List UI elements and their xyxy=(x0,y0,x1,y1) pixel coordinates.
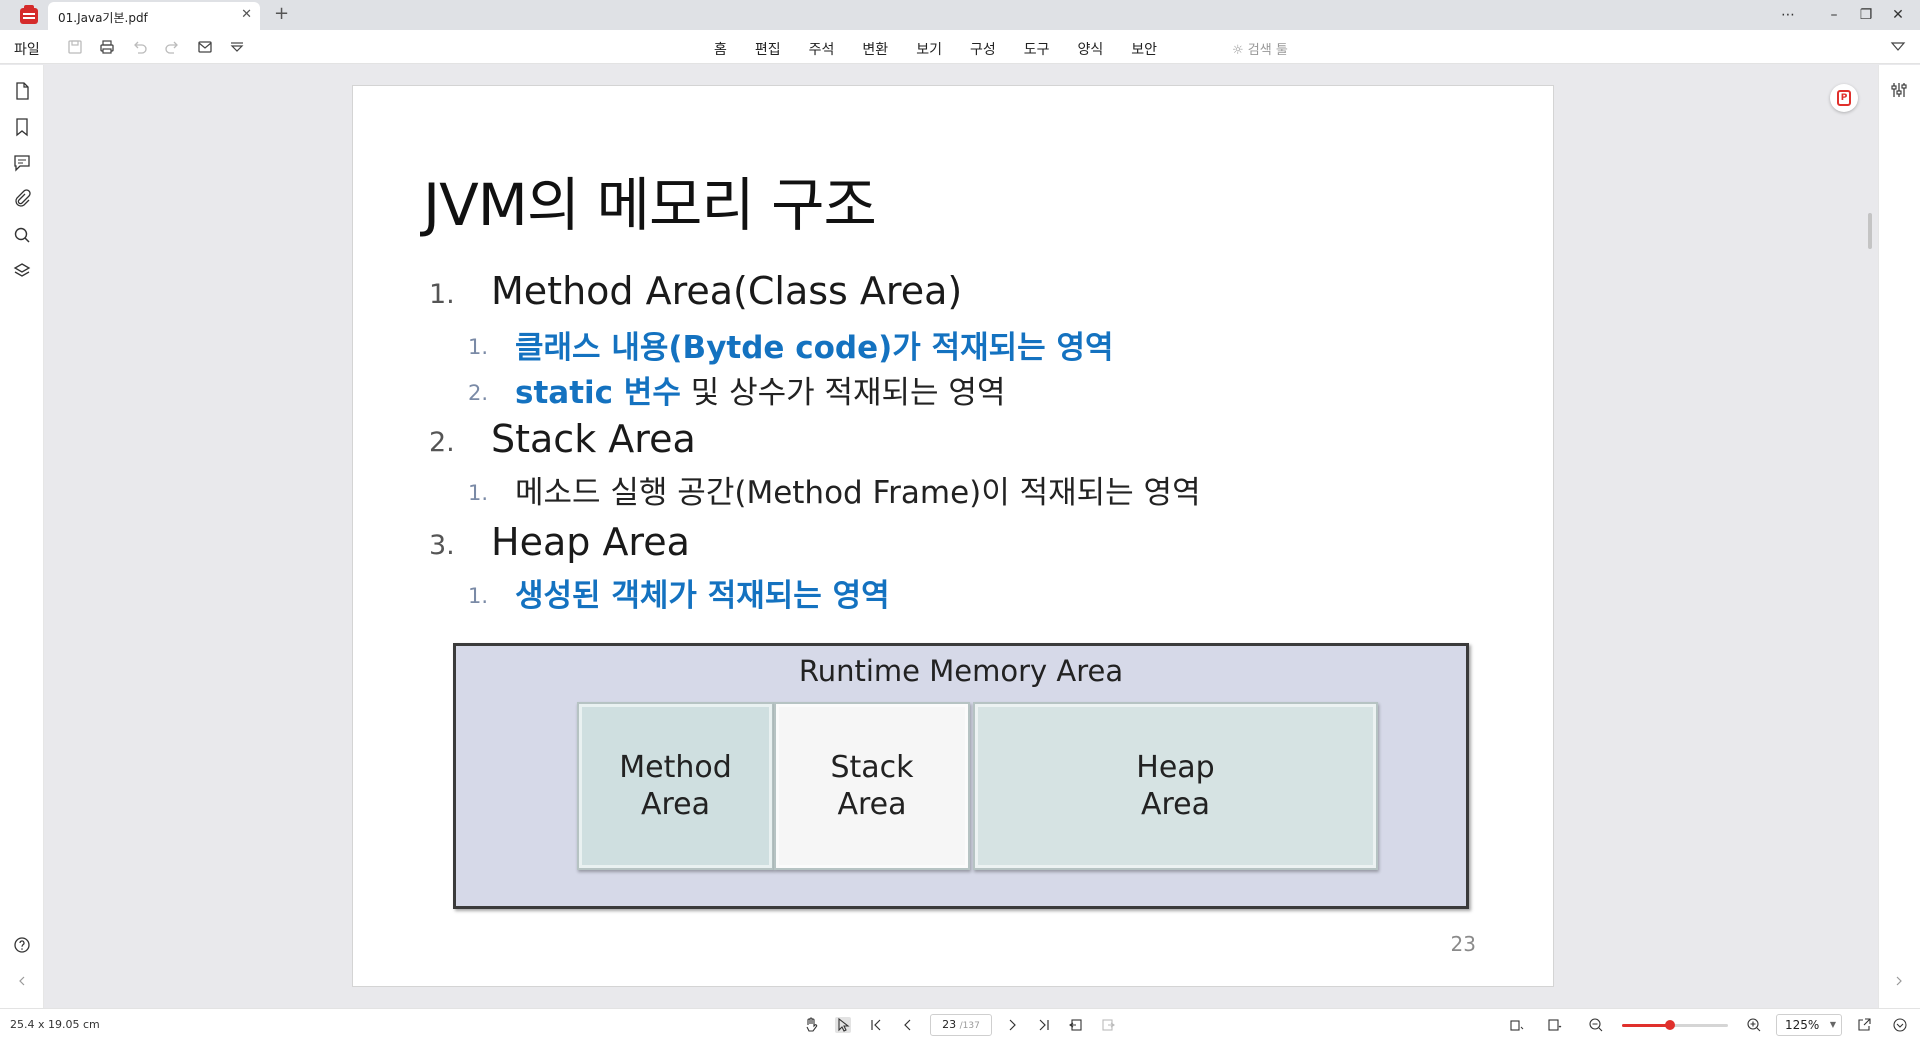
method-area-block: Method Area xyxy=(577,702,774,870)
page-number-input[interactable]: 23 /137 xyxy=(930,1014,992,1036)
chevron-left-icon[interactable] xyxy=(12,971,32,991)
menu-view[interactable]: 보기 xyxy=(902,30,956,64)
dropdown-icon[interactable] xyxy=(228,38,246,56)
tab-title: 01.Java기본.pdf xyxy=(58,11,148,25)
attachment-icon[interactable] xyxy=(12,189,32,209)
sub-list-number: 1. xyxy=(468,584,489,608)
left-sidebar xyxy=(0,65,44,1008)
close-icon[interactable]: ✕ xyxy=(241,8,252,22)
menu-organize[interactable]: 구성 xyxy=(956,30,1010,64)
undo-icon[interactable] xyxy=(131,38,149,56)
first-page-icon[interactable] xyxy=(868,1017,884,1033)
slide-title: JVM의 메모리 구조 xyxy=(423,171,877,239)
help-icon[interactable] xyxy=(12,935,32,955)
mail-icon[interactable] xyxy=(196,38,214,56)
chevron-down-icon[interactable] xyxy=(1890,39,1906,55)
slide-page-number: 23 xyxy=(1450,932,1476,956)
sub-list-number: 1. xyxy=(468,481,489,505)
more-icon[interactable]: ⋯ xyxy=(1778,5,1798,25)
sub-list-item: 메소드 실행 공간(Method Frame)이 적재되는 영역 xyxy=(515,475,1201,511)
right-sidebar xyxy=(1878,65,1920,1008)
print-icon[interactable] xyxy=(98,38,116,56)
status-bar: 25.4 x 19.05 cm 23 /137 125% ▼ xyxy=(0,1008,1920,1040)
settings-sliders-icon[interactable] xyxy=(1889,80,1909,100)
window-close-icon[interactable]: ✕ xyxy=(1888,5,1908,25)
next-page-icon[interactable] xyxy=(1004,1017,1020,1033)
list-number: 3. xyxy=(429,530,455,561)
menu-security[interactable]: 보안 xyxy=(1117,30,1171,64)
sub-list-number: 2. xyxy=(468,381,489,405)
search-tool-button[interactable]: ☼ 검색 툴 xyxy=(1232,39,1288,58)
select-icon[interactable] xyxy=(835,1017,851,1033)
menu-home[interactable]: 홈 xyxy=(700,30,741,64)
list-number: 1. xyxy=(429,279,455,310)
diagram-title: Runtime Memory Area xyxy=(798,654,1124,688)
zoom-out-icon[interactable] xyxy=(1588,1017,1604,1033)
list-number: 2. xyxy=(429,427,455,458)
page-size: 25.4 x 19.05 cm xyxy=(10,1018,100,1031)
vertical-scrollbar[interactable] xyxy=(1868,213,1872,249)
app-logo-icon xyxy=(20,5,38,24)
sub-list-item: static 변수 및 상수가 적재되는 영역 xyxy=(515,375,1006,411)
list-item-heap-area: Heap Area xyxy=(491,520,690,564)
stack-area-block: Stack Area xyxy=(774,702,970,870)
fit-icon[interactable] xyxy=(1856,1017,1872,1033)
zoom-slider[interactable] xyxy=(1622,1020,1728,1030)
forward-icon[interactable] xyxy=(1100,1017,1116,1033)
main-menu: 홈 편집 주석 변환 보기 구성 도구 양식 보안 xyxy=(700,30,1171,64)
sub-list-number: 1. xyxy=(468,335,489,359)
search-tool-label: 검색 툴 xyxy=(1247,43,1288,58)
save-icon[interactable] xyxy=(66,38,84,56)
comment-icon[interactable] xyxy=(12,153,32,173)
layers-icon[interactable] xyxy=(12,261,32,281)
hand-icon[interactable] xyxy=(803,1017,819,1033)
zoom-select[interactable]: 125% ▼ xyxy=(1776,1014,1842,1036)
pdf-page: JVM의 메모리 구조 1. Method Area(Class Area) 1… xyxy=(352,85,1554,987)
last-page-icon[interactable] xyxy=(1036,1017,1052,1033)
zoom-slider-knob[interactable] xyxy=(1664,1020,1675,1030)
rotate-icon[interactable] xyxy=(1508,1017,1524,1033)
menu-convert[interactable]: 변환 xyxy=(848,30,902,64)
bookmark-icon[interactable] xyxy=(12,117,32,137)
title-bar: 01.Java기본.pdf ✕ + ⋯ – ❐ ✕ xyxy=(0,0,1920,30)
sub-list-item: 생성된 객체가 적재되는 영역 xyxy=(515,578,890,614)
runtime-memory-diagram: Runtime Memory Area Method Area Stack Ar… xyxy=(453,643,1469,909)
file-menu[interactable]: 파일 xyxy=(14,39,40,59)
ai-pdf-icon[interactable]: P xyxy=(1830,84,1858,112)
menu-bar: 파일 홈 편집 주석 변환 보기 구성 도구 양식 보안 ☼ 검색 툴 xyxy=(0,30,1920,64)
collapse-icon[interactable] xyxy=(1892,1017,1908,1033)
list-item-method-area: Method Area(Class Area) xyxy=(491,269,963,313)
sub-list-item: 클래스 내용(Bytde code)가 적재되는 영역 xyxy=(515,330,1114,366)
redo-icon[interactable] xyxy=(163,38,181,56)
menu-tools[interactable]: 도구 xyxy=(1010,30,1064,64)
plus-icon[interactable]: + xyxy=(274,3,289,25)
zoom-slider-fill xyxy=(1622,1024,1670,1027)
search-icon[interactable] xyxy=(12,225,32,245)
prev-page-icon[interactable] xyxy=(900,1017,916,1033)
restore-icon[interactable]: ❐ xyxy=(1856,5,1876,25)
document-tab[interactable]: 01.Java기본.pdf ✕ xyxy=(48,2,260,30)
menu-annotate[interactable]: 주석 xyxy=(795,30,849,64)
page-icon[interactable] xyxy=(12,81,32,101)
zoom-in-icon[interactable] xyxy=(1746,1017,1762,1033)
chevron-right-icon[interactable] xyxy=(1889,971,1909,991)
lightbulb-icon: ☼ xyxy=(1232,43,1244,58)
list-item-stack-area: Stack Area xyxy=(491,417,696,461)
back-icon[interactable] xyxy=(1068,1017,1084,1033)
page-view-icon[interactable] xyxy=(1546,1017,1562,1033)
heap-area-block: Heap Area xyxy=(973,702,1378,870)
menu-edit[interactable]: 편집 xyxy=(741,30,795,64)
menu-forms[interactable]: 양식 xyxy=(1063,30,1117,64)
minimize-icon[interactable]: – xyxy=(1824,5,1844,25)
